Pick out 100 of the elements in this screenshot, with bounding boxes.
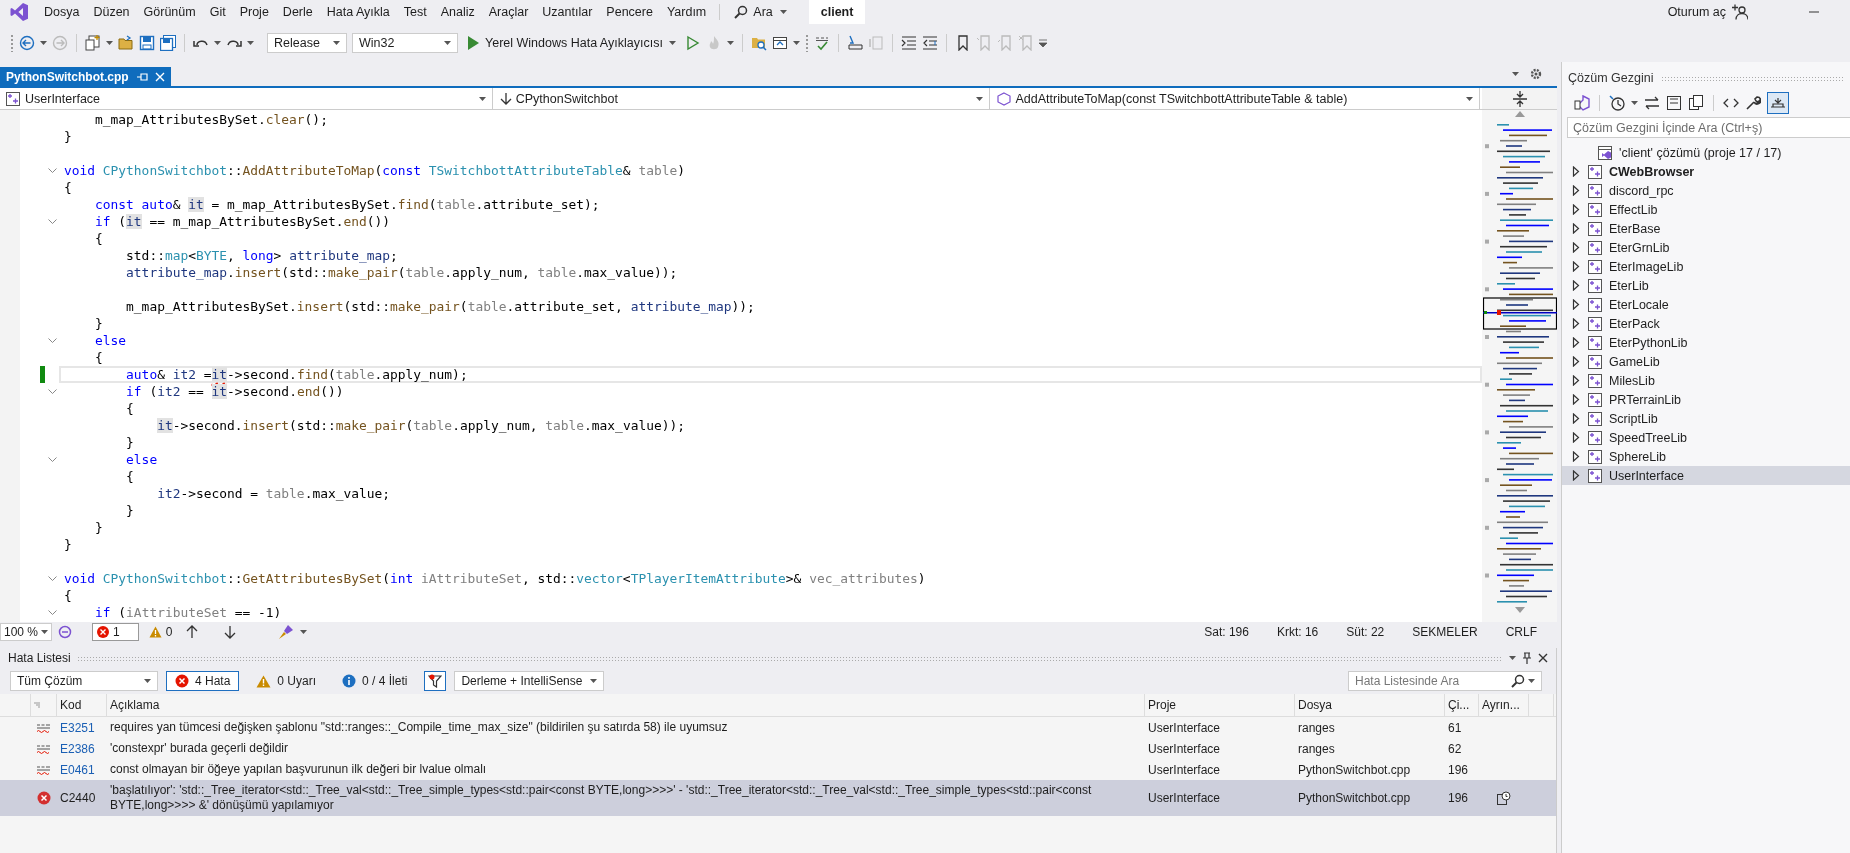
code-line: {	[125, 400, 135, 417]
table-cell: UserInterface	[1148, 791, 1221, 805]
tree-item-label: CWebBrowser	[1609, 164, 1695, 179]
menu-item[interactable]: Pencere	[599, 5, 660, 19]
tree-item[interactable]: EterPythonLib	[1562, 333, 1850, 352]
scope-dropdown[interactable]: CPythonSwitchbot	[494, 88, 991, 109]
code-line: }	[94, 519, 104, 536]
menu-item[interactable]: Yardım	[659, 5, 714, 19]
menu-item[interactable]: Derle	[275, 5, 320, 19]
error-description: const olmayan bir öğeye yapılan başvurunun ilk değeri bir lvalue olmalı	[110, 762, 487, 776]
sign-in-link[interactable]: Oturum aç	[1667, 5, 1726, 19]
tree-item[interactable]: 'client' çözümü (proje 17 / 17)	[1562, 143, 1850, 162]
tree-item-label: SphereLib	[1609, 449, 1666, 464]
error-code[interactable]: E3251	[60, 720, 95, 735]
menu-item[interactable]: Analiz	[433, 5, 482, 19]
code-line: }	[94, 315, 104, 332]
code-line: }	[125, 502, 135, 519]
code-line: it->second.insert(std::make_pair(table.apply_num, table.max_value));	[156, 417, 686, 434]
indentation-indicator[interactable]: SEKMELER	[1412, 625, 1478, 639]
platform-dropdown[interactable]: Win32	[352, 33, 458, 53]
table-cell: ranges	[1298, 741, 1335, 756]
tree-item[interactable]: EterPack	[1562, 314, 1850, 333]
column-header[interactable]: Dosya	[1298, 698, 1332, 712]
table-cell: UserInterface	[1148, 720, 1221, 735]
tree-item-label: GameLib	[1609, 354, 1660, 369]
start-debugging-button[interactable]: Yerel Windows Hata Ayıklayıcısı	[463, 36, 680, 50]
line-indicator[interactable]: Sat: 196	[1204, 625, 1249, 639]
column-header[interactable]: Kod	[60, 698, 82, 712]
menu-item[interactable]: Hata Ayıkla	[319, 5, 397, 19]
tree-item[interactable]: EterLib	[1562, 276, 1850, 295]
menu-item[interactable]: Araçlar	[481, 5, 536, 19]
tree-item[interactable]: SphereLib	[1562, 447, 1850, 466]
tree-item[interactable]: CWebBrowser	[1562, 162, 1850, 181]
tree-item[interactable]: PRTerrainLib	[1562, 390, 1850, 409]
tree-item[interactable]: MilesLib	[1562, 371, 1850, 390]
menu-item[interactable]: Test	[396, 5, 434, 19]
error-code[interactable]: E0461	[60, 762, 95, 777]
column-header[interactable]: Çi...	[1448, 698, 1470, 712]
tree-item-label: EterPythonLib	[1609, 335, 1688, 350]
member-dropdown[interactable]: AddAttributeToMap(const TSwitchbottAttributeTable & table)	[992, 88, 1481, 109]
code-line: void CPythonSwitchbot::AddAttributeToMap(const TSwitchbottAttributeTable& table)	[63, 162, 686, 179]
code-line: it2->second = table.max_value;	[156, 485, 391, 502]
tree-item-label: EterLocale	[1609, 297, 1669, 312]
search-field[interactable]: Hata Listesinde Ara	[1348, 671, 1542, 691]
configuration-dropdown[interactable]: Release	[267, 33, 347, 53]
tree-item[interactable]: EterGrnLib	[1562, 238, 1850, 257]
error-count-button[interactable]: 1	[92, 623, 139, 641]
tree-item[interactable]: EterImageLib	[1562, 257, 1850, 276]
source-dropdown[interactable]: Derleme + IntelliSense	[454, 671, 605, 691]
table-cell: 196	[1448, 762, 1469, 777]
tree-item[interactable]: EffectLib	[1562, 200, 1850, 219]
search-button[interactable]: Ara	[726, 5, 795, 19]
tree-item-label: 'client' çözümü (proje 17 / 17)	[1619, 145, 1782, 160]
error-code: C2440	[60, 791, 96, 805]
tree-item[interactable]: GameLib	[1562, 352, 1850, 371]
tree-item[interactable]: ScriptLib	[1562, 409, 1850, 428]
column-header[interactable]: Proje	[1148, 698, 1176, 712]
menu-item[interactable]: Proje	[232, 5, 276, 19]
character-indicator[interactable]: Krkt: 16	[1276, 625, 1319, 639]
table-cell: 62	[1448, 741, 1462, 756]
search-field[interactable]: Çözüm Gezgini İçinde Ara (Ctrl+ş)	[1567, 117, 1850, 138]
tree-item[interactable]: SpeedTreeLib	[1562, 428, 1850, 447]
code-line: m_map_AttributesBySet.insert(std::make_pair(table.attribute_set, attribute_map));	[125, 298, 756, 315]
table-cell: PythonSwitchbot.cpp	[1298, 762, 1411, 777]
code-line: {	[94, 230, 104, 247]
line-ending-indicator[interactable]: CRLF	[1505, 625, 1537, 639]
error-description: 'başlatılıyor': 'std::_Tree_iterator<std::_Tree_val<std::_Tree_simple_types<std::pair<const BYTE,long>>>>' - 'std::_Tree_iterator<std::_Tree_val<std::_Tree_simple_types<std::pair<const BYTE,long>>>> &' dönüşümü yapılamıyor	[110, 783, 1092, 812]
table-cell: ranges	[1298, 720, 1335, 735]
code-line: else	[94, 332, 128, 349]
document-tab[interactable]: PythonSwitchbot.cpp	[0, 67, 171, 86]
filter-button[interactable]: 4 Hata	[166, 671, 240, 691]
scope-dropdown[interactable]: Tüm Çözüm	[10, 671, 158, 691]
tree-item[interactable]: EterBase	[1562, 219, 1850, 238]
tree-item-label: ScriptLib	[1609, 411, 1658, 426]
menu-item[interactable]: Görünüm	[136, 5, 203, 19]
tree-item[interactable]: discord_rpc	[1562, 181, 1850, 200]
warning-count-button[interactable]: 0	[144, 625, 181, 639]
tree-item[interactable]: EterLocale	[1562, 295, 1850, 314]
solution-name: client	[808, 0, 866, 24]
zoom-dropdown[interactable]: 100 %	[0, 623, 52, 641]
menu-item[interactable]: Git	[202, 5, 233, 19]
project-dropdown[interactable]: UserInterface	[0, 88, 493, 109]
code-line: {	[125, 468, 135, 485]
code-line: {	[94, 349, 104, 366]
column-header[interactable]: Açıklama	[110, 698, 160, 712]
filter-button[interactable]: 0 Uyarı	[247, 671, 326, 691]
tree-item-label: UserInterface	[1609, 468, 1685, 483]
menu-item[interactable]: Düzen	[86, 5, 137, 19]
menu-item[interactable]: Uzantılar	[535, 5, 600, 19]
tree-item-label: discord_rpc	[1609, 183, 1674, 198]
tree-item-label: MilesLib	[1609, 373, 1655, 388]
error-code[interactable]: E2386	[60, 741, 95, 756]
code-line: m_map_AttributesBySet.clear();	[94, 111, 329, 128]
code-line: void CPythonSwitchbot::GetAttributesBySet(int iAttributeSet, std::vector<TPlayerItemAttribute>& vec_attributes)	[63, 570, 927, 587]
code-line: }	[63, 536, 73, 553]
column-header[interactable]: Ayrın...	[1482, 698, 1520, 712]
filter-button[interactable]: 0 / 4 İleti	[333, 671, 417, 691]
menu-item[interactable]: Dosya	[37, 5, 87, 19]
tree-item[interactable]: UserInterface	[1562, 466, 1850, 485]
column-indicator[interactable]: Süt: 22	[1346, 625, 1385, 639]
